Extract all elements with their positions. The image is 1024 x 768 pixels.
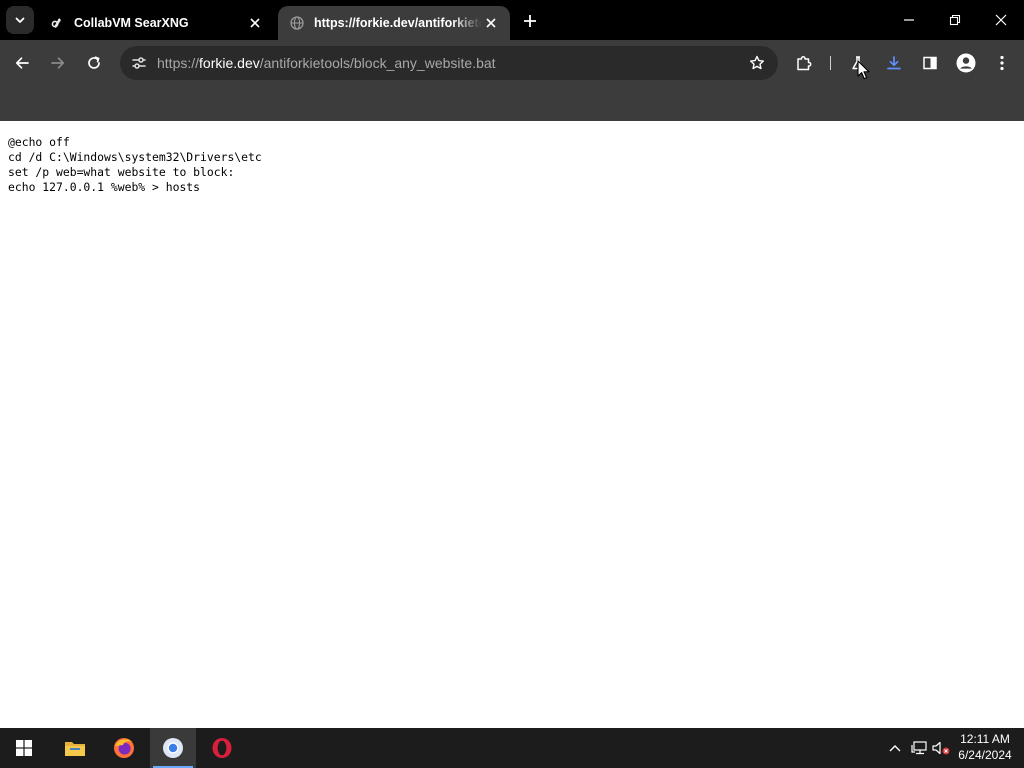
firefox-icon [114,738,134,758]
close-tab-icon[interactable] [482,14,500,32]
side-panel-icon [923,56,937,70]
downloads-button[interactable] [879,48,909,78]
minimize-button[interactable] [886,0,932,40]
close-icon [995,14,1007,26]
show-hidden-icons-button[interactable] [884,728,906,768]
url-host: forkie.dev [199,55,260,71]
tab-title: https://forkie.dev/antiforkietools/block… [314,16,482,30]
system-clock[interactable]: 12:11 AM 6/24/2024 [950,731,1020,763]
arrow-left-icon [15,57,29,69]
globe-icon [290,16,304,30]
searxng-favicon-icon [50,16,64,30]
url-text: https://forkie.dev/antiforkietools/block… [157,55,496,71]
restore-button[interactable] [932,0,978,40]
tab-collabvm-searxng[interactable]: CollabVM SearXNG [38,6,274,40]
address-bar[interactable]: https://forkie.dev/antiforkietools/block… [120,46,778,80]
back-button[interactable] [7,48,37,78]
tab-block-any-website[interactable]: https://forkie.dev/antiforkietools/block… [278,6,510,40]
chrome-button[interactable] [150,728,196,768]
minimize-icon [904,19,914,21]
code-line: set /p web=what website to block: [8,165,235,179]
close-window-button[interactable] [978,0,1024,40]
opera-icon [212,738,232,758]
bookmarks-bar [0,86,1024,121]
menu-button[interactable] [987,48,1017,78]
reload-button[interactable] [79,48,109,78]
code-line: @echo off [8,135,70,149]
clock-date: 6/24/2024 [958,748,1012,762]
plus-icon [524,15,536,27]
tab-search-button[interactable] [6,6,34,34]
profile-button[interactable] [951,48,981,78]
code-line: cd /d C:\Windows\system32\Drivers\etc [8,150,262,164]
download-icon [887,56,901,70]
start-button[interactable] [1,728,47,768]
reload-icon [88,56,100,69]
avatar-icon [956,53,976,73]
folder-icon [65,742,85,756]
code-line: echo 127.0.0.1 %web% > hosts [8,180,201,194]
restore-icon [949,14,961,26]
extensions-button[interactable] [789,48,819,78]
mouse-cursor-icon [857,60,870,80]
side-panel-button[interactable] [915,48,945,78]
new-tab-button[interactable] [518,10,542,32]
toolbar-separator [830,56,831,70]
network-icon [911,741,927,755]
windows-logo-icon [16,740,32,756]
volume-muted-icon [932,741,950,755]
file-explorer-button[interactable] [52,728,98,768]
chevron-down-icon [15,17,25,23]
clock-time: 12:11 AM [960,732,1010,746]
puzzle-piece-icon [797,56,812,71]
batch-file-text[interactable]: @echo off cd /d C:\Windows\system32\Drive… [8,135,262,195]
arrow-right-icon [51,57,65,69]
network-button[interactable] [908,728,930,768]
tab-title: CollabVM SearXNG [74,16,189,30]
page-content: @echo off cd /d C:\Windows\system32\Drive… [0,121,1024,728]
site-info-icon[interactable] [126,50,152,76]
taskbar: 12:11 AM 6/24/2024 [0,728,1024,768]
tab-strip: CollabVM SearXNG https://forkie.dev/anti… [0,0,1024,40]
close-tab-icon[interactable] [246,14,264,32]
url-path: /antiforkietools/block_any_website.bat [259,55,496,71]
more-vertical-icon [1000,55,1004,71]
chrome-icon [163,738,183,758]
url-scheme: https:// [157,55,200,71]
forward-button[interactable] [43,48,73,78]
bookmark-star-icon[interactable] [746,52,768,74]
volume-button[interactable] [930,728,952,768]
firefox-button[interactable] [101,728,147,768]
opera-button[interactable] [199,728,245,768]
chevron-up-icon [889,745,901,752]
